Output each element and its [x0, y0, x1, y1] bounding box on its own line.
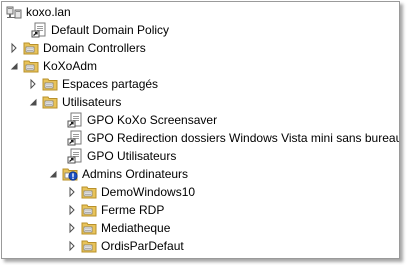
expand-chevron-right-icon[interactable]	[66, 222, 78, 234]
ou-folder-icon	[81, 220, 97, 236]
expand-chevron-right-icon[interactable]	[66, 240, 78, 252]
tree-node-label: Utilisateurs	[62, 95, 122, 109]
ou-folder-icon	[81, 238, 97, 254]
gpmc-tree: koxo.lan Default Domain Policy Domain Co…	[2, 2, 399, 255]
ou-folder-icon	[23, 58, 39, 74]
expand-chevron-right-icon[interactable]	[27, 78, 39, 90]
tree-node-label: Admins Ordinateurs	[82, 167, 189, 181]
ou-folder-icon	[42, 94, 58, 110]
tree-node-ferme-rdp[interactable]: Ferme RDP	[2, 201, 399, 219]
tree-node-default-domain-policy[interactable]: Default Domain Policy	[2, 21, 399, 39]
tree-node-label: Default Domain Policy	[51, 23, 170, 37]
tree-node-koxo-lan[interactable]: koxo.lan	[2, 3, 399, 21]
tree-node-label: Mediatheque	[101, 221, 171, 235]
collapse-chevron-down-icon[interactable]	[47, 168, 59, 180]
collapse-chevron-down-icon[interactable]	[8, 60, 20, 72]
tree-node-label: KoXoAdm	[43, 59, 98, 73]
ou-folder-icon	[23, 40, 39, 56]
tree-node-label: GPO Redirection dossiers Windows Vista m…	[87, 131, 400, 145]
tree-node-admins-ordinateurs[interactable]: Admins Ordinateurs	[2, 165, 399, 183]
collapse-chevron-down-icon[interactable]	[27, 96, 39, 108]
tree-node-label: OrdisParDefaut	[101, 239, 184, 253]
tree-node-espaces-partages[interactable]: Espaces partagés	[2, 75, 399, 93]
tree-node-label: koxo.lan	[26, 5, 71, 19]
tree-view-panel: koxo.lan Default Domain Policy Domain Co…	[1, 1, 400, 259]
tree-node-label: GPO Utilisateurs	[87, 149, 177, 163]
tree-node-koxoadm[interactable]: KoXoAdm	[2, 57, 399, 75]
tree-node-label: GPO KoXo Screensaver	[87, 113, 218, 127]
tree-node-gpo-redirection-dossiers[interactable]: GPO Redirection dossiers Windows Vista m…	[2, 129, 399, 147]
gpo-link-icon	[31, 22, 47, 38]
tree-node-gpo-koxo-screensaver[interactable]: GPO KoXo Screensaver	[2, 111, 399, 129]
gpo-link-icon	[67, 130, 83, 146]
tree-node-label: Domain Controllers	[43, 41, 146, 55]
tree-node-label: Espaces partagés	[62, 77, 159, 91]
tree-node-label: Ferme RDP	[101, 203, 165, 217]
ou-folder-icon	[42, 76, 58, 92]
tree-node-gpo-utilisateurs[interactable]: GPO Utilisateurs	[2, 147, 399, 165]
ou-folder-icon	[81, 184, 97, 200]
ou-folder-blocked-icon	[62, 166, 78, 182]
expand-chevron-right-icon[interactable]	[8, 42, 20, 54]
tree-node-label: DemoWindows10	[101, 185, 196, 199]
tree-node-utilisateurs[interactable]: Utilisateurs	[2, 93, 399, 111]
expand-chevron-right-icon[interactable]	[66, 204, 78, 216]
expand-chevron-right-icon[interactable]	[66, 186, 78, 198]
gpo-link-icon	[67, 112, 83, 128]
tree-node-mediatheque[interactable]: Mediatheque	[2, 219, 399, 237]
tree-node-domain-controllers[interactable]: Domain Controllers	[2, 39, 399, 57]
ou-folder-icon	[81, 202, 97, 218]
tree-node-ordispardefaut[interactable]: OrdisParDefaut	[2, 237, 399, 255]
gpo-link-icon	[67, 148, 83, 164]
domain-icon	[6, 4, 22, 20]
tree-node-demowindows10[interactable]: DemoWindows10	[2, 183, 399, 201]
